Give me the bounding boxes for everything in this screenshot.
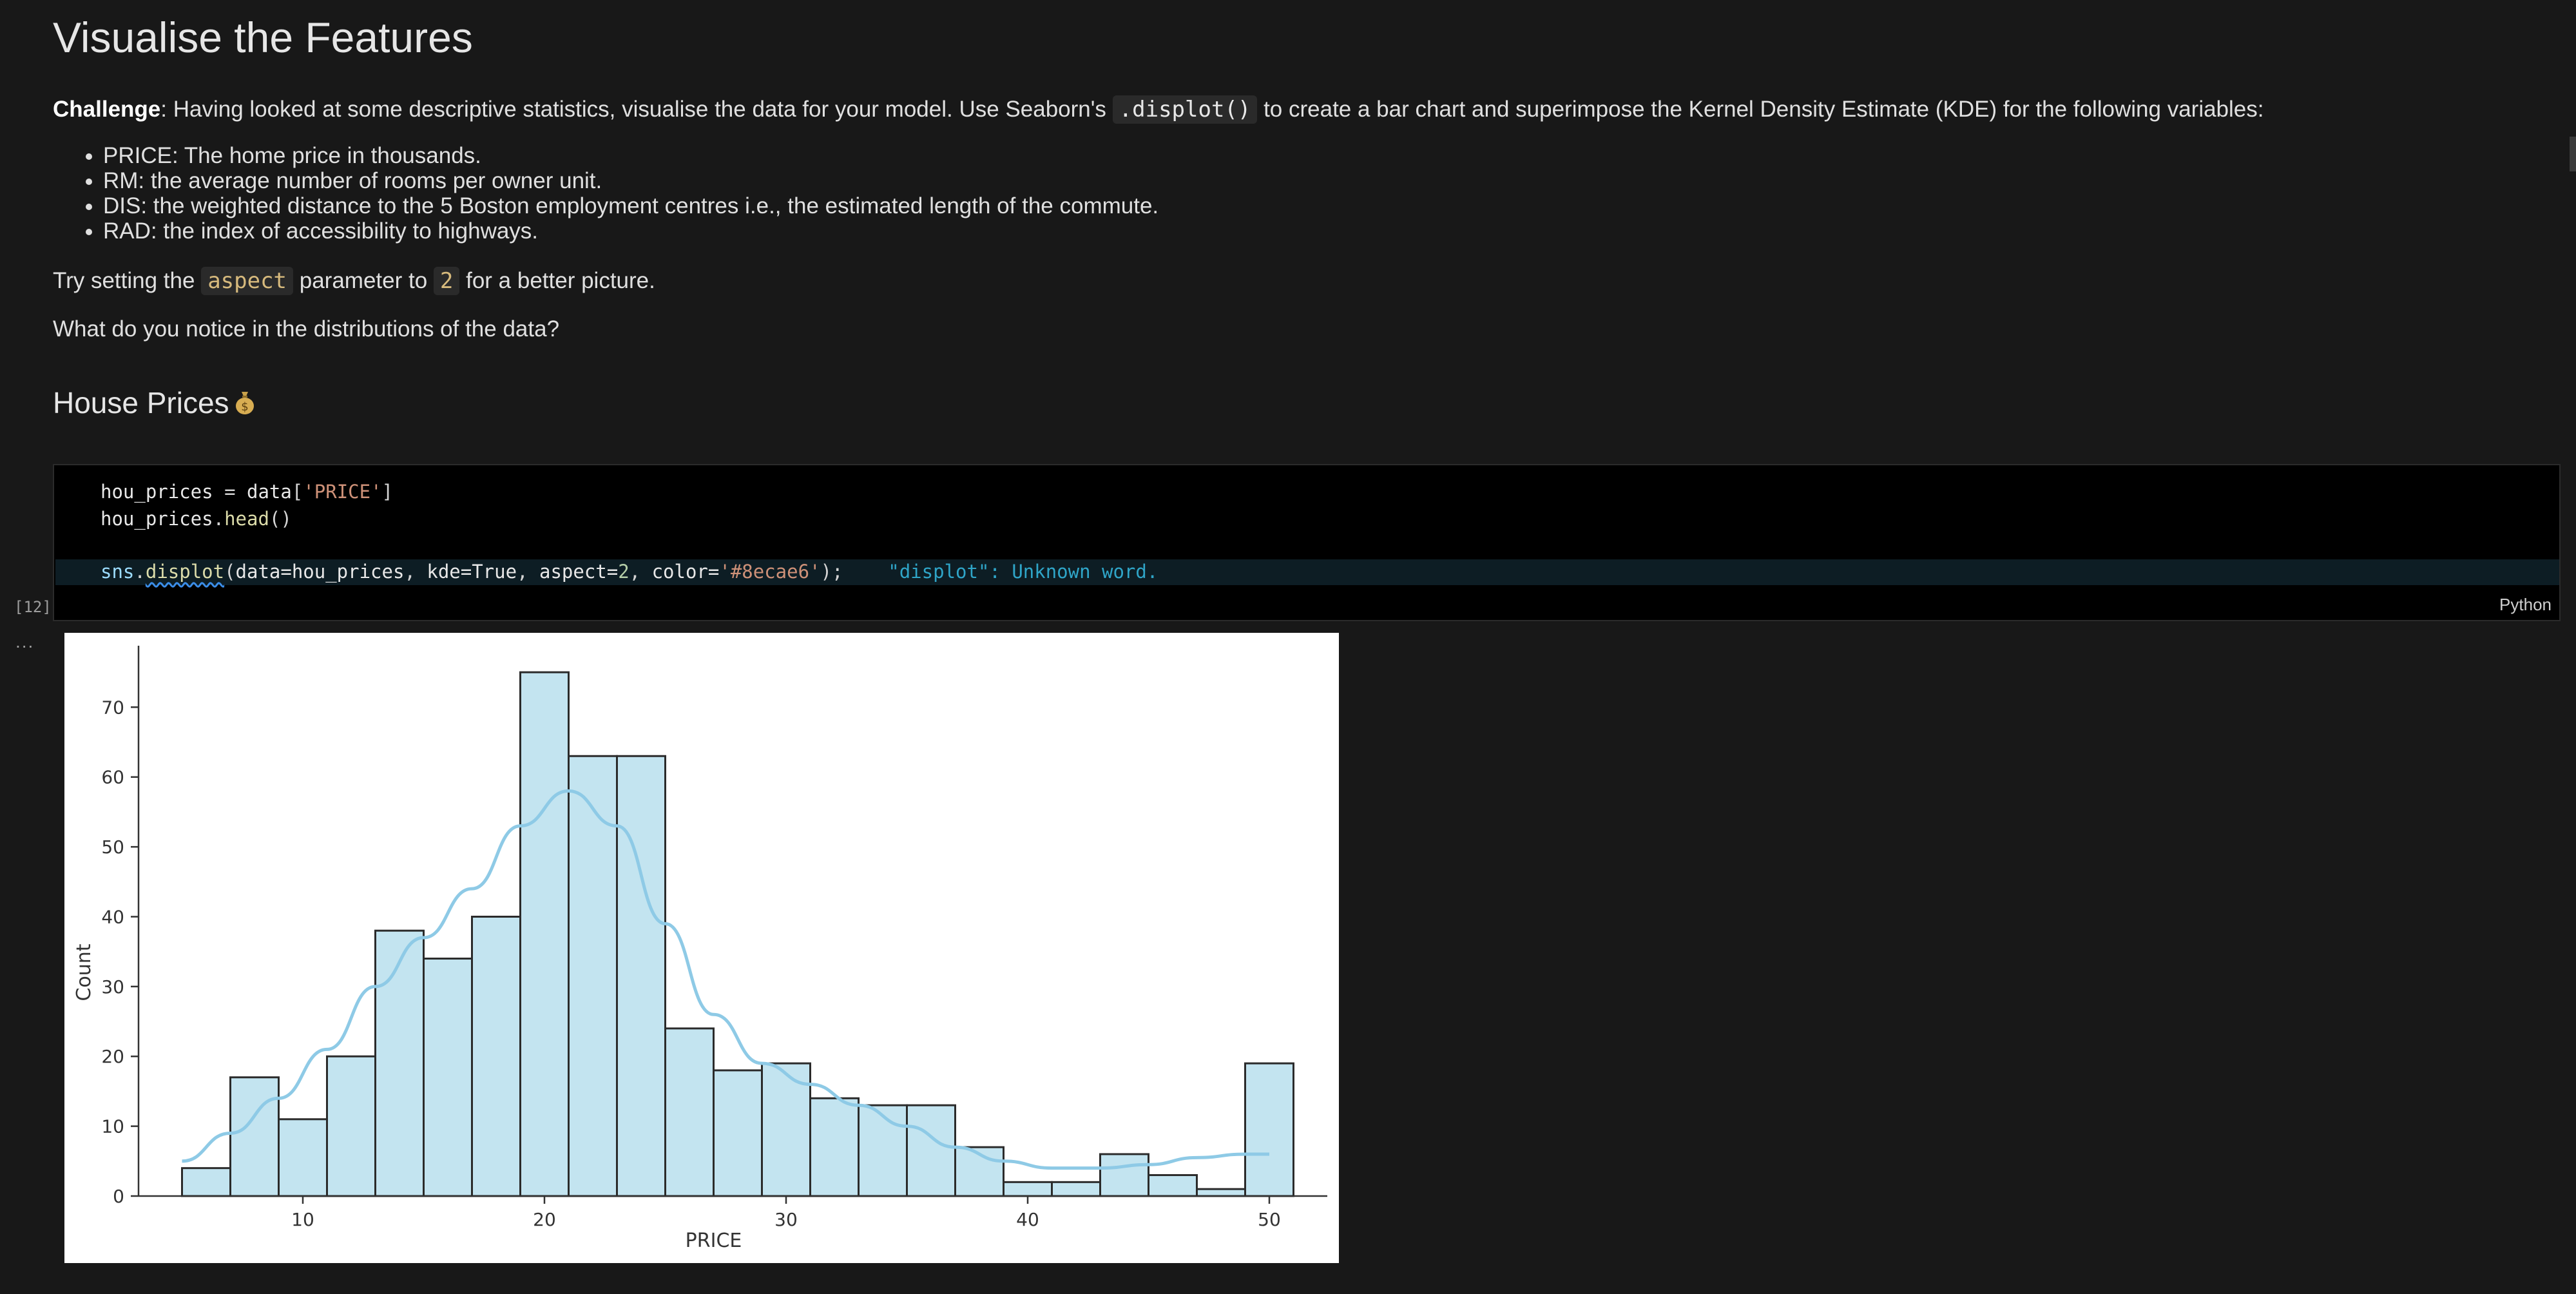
challenge-paragraph: Challenge: Having looked at some descrip… (53, 95, 2264, 124)
code-token: , (629, 561, 652, 583)
histogram-bar (1003, 1181, 1053, 1197)
code-token: () (269, 508, 292, 530)
code-token: , (404, 561, 427, 583)
section-title: House Prices $ (53, 385, 255, 420)
variables-list: PRICE: The home price in thousands. RM: … (53, 143, 1158, 244)
histogram-bar (906, 1104, 956, 1197)
histogram-bar (374, 929, 425, 1197)
svg-text:$: $ (241, 400, 248, 414)
x-tick-label: 20 (533, 1209, 556, 1230)
list-item: RAD: the index of accessibility to highw… (103, 218, 1158, 244)
money-bag-icon: $ (235, 392, 254, 414)
code-token: ] (381, 481, 393, 503)
histogram-bar (278, 1118, 328, 1197)
histogram-bar (229, 1076, 280, 1197)
displot-inline-code: .displot() (1112, 95, 1258, 124)
code-token: [ (291, 481, 303, 503)
code-token: aspect= (539, 561, 619, 583)
code-token: displot (145, 561, 225, 583)
code-cell[interactable]: hou_prices = data['PRICE'] hou_prices.he… (53, 464, 2561, 621)
challenge-label: Challenge (53, 97, 161, 122)
histogram-bar (181, 1167, 231, 1197)
code-token: data=hou_prices (235, 561, 405, 583)
challenge-text-before: : Having looked at some descriptive stat… (160, 97, 1113, 122)
histogram-bar (568, 755, 618, 1197)
histogram-bar (809, 1097, 860, 1197)
scrollbar-thumb[interactable] (2570, 137, 2576, 171)
value-inline-code: 2 (433, 267, 460, 295)
code-line[interactable]: hou_prices = data['PRICE'] (101, 481, 393, 503)
output-menu-button[interactable]: ... (15, 632, 34, 652)
list-item: DIS: the weighted distance to the 5 Bost… (103, 193, 1158, 218)
x-tick-label: 40 (1016, 1209, 1039, 1230)
histogram-bar (326, 1055, 376, 1197)
code-line[interactable]: sns.displot(data=hou_prices, kde=True, a… (101, 561, 1158, 583)
page-title: Visualise the Features (53, 14, 473, 61)
question-paragraph: What do you notice in the distributions … (53, 316, 560, 342)
y-tick-label: 70 (101, 697, 124, 718)
code-token: = (213, 481, 247, 503)
histogram-bar (1244, 1062, 1294, 1197)
code-token: '#8ecae6' (719, 561, 821, 583)
list-item: PRICE: The home price in thousands. (103, 143, 1158, 168)
list-item: RM: the average number of rooms per owne… (103, 168, 1158, 193)
histogram-bar (471, 915, 521, 1197)
diagnostic-message: "displot": Unknown word. (888, 561, 1158, 583)
x-tick-label: 50 (1258, 1209, 1281, 1230)
execution-count: [12] (14, 598, 52, 616)
x-axis-label: PRICE (686, 1230, 742, 1252)
histogram-bar (1051, 1181, 1101, 1197)
code-token: sns (101, 561, 135, 583)
code-token: color= (651, 561, 720, 583)
y-tick-label: 60 (101, 767, 124, 788)
y-tick-label: 50 (101, 836, 124, 858)
histogram-bar (1099, 1153, 1149, 1197)
y-tick-label: 30 (101, 976, 124, 998)
tip-paragraph: Try setting the aspect parameter to 2 fo… (53, 267, 655, 295)
code-line[interactable]: hou_prices.head() (101, 508, 292, 530)
tip-after: for a better picture. (459, 268, 655, 293)
challenge-text-after: to create a bar chart and superimpose th… (1257, 97, 2264, 122)
code-token: data (247, 481, 292, 503)
histogram-bar (664, 1027, 715, 1197)
x-tick-label: 30 (774, 1209, 798, 1230)
code-token: ); (820, 561, 843, 583)
y-tick-label: 40 (101, 906, 124, 927)
output-plot: 0 10 20 30 40 50 60 70 10 20 30 40 50 PRICE Count (64, 633, 1339, 1263)
code-token: kde=True (427, 561, 517, 583)
code-token: head (224, 508, 269, 530)
aspect-inline-code: aspect (201, 267, 294, 295)
histogram-bar (713, 1069, 763, 1197)
code-token: , (517, 561, 539, 583)
language-label[interactable]: Python (2499, 595, 2552, 615)
price-histogram: 0 10 20 30 40 50 60 70 10 20 30 40 50 PRICE Count (73, 646, 1327, 1252)
histogram-bar (519, 671, 570, 1197)
y-tick-label: 0 (113, 1186, 124, 1207)
code-token: 'PRICE' (303, 481, 382, 503)
code-token: 2 (618, 561, 630, 583)
histogram-bar (423, 958, 473, 1197)
code-token: . (134, 561, 146, 583)
code-token: hou_prices (101, 508, 213, 530)
code-token: hou_prices (101, 481, 213, 503)
histogram-bar (858, 1104, 908, 1197)
tip-before: Try setting the (53, 268, 202, 293)
y-axis-label: Count (73, 943, 95, 1001)
histogram-bar (616, 755, 666, 1197)
x-tick-label: 10 (291, 1209, 314, 1230)
code-token: . (213, 508, 225, 530)
section-title-text: House Prices (53, 386, 229, 420)
y-tick-label: 10 (101, 1116, 124, 1137)
y-tick-label: 20 (101, 1046, 124, 1067)
histogram-bar (1196, 1188, 1246, 1197)
tip-middle: parameter to (293, 268, 434, 293)
histogram-bar (1148, 1173, 1198, 1197)
code-token: ( (224, 561, 236, 583)
